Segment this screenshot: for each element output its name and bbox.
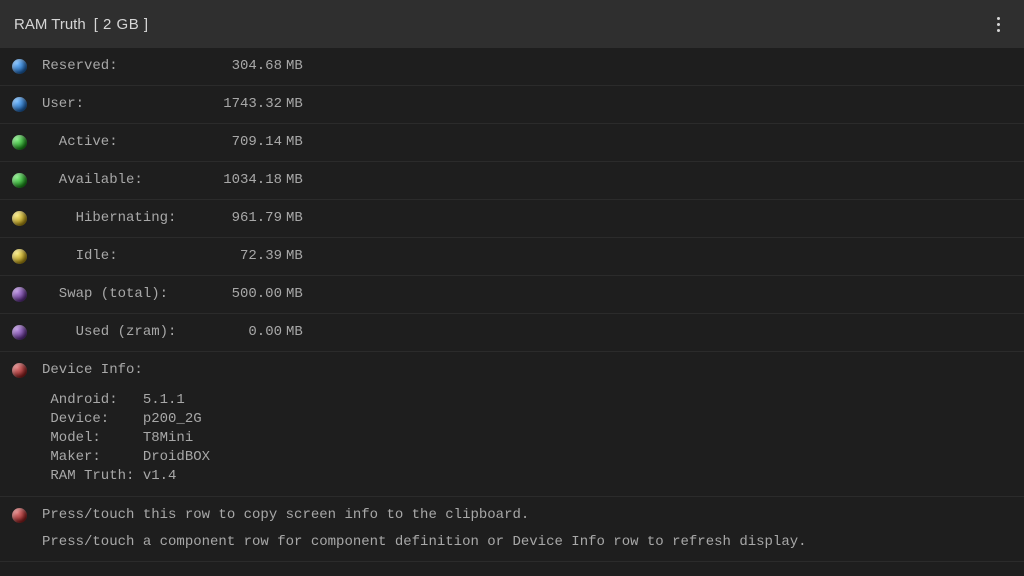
memory-row[interactable]: Available:1034.18MB <box>0 162 1024 200</box>
hint-icon <box>12 508 27 523</box>
memory-unit: MB <box>282 210 303 226</box>
memory-label: Reserved: <box>42 58 197 74</box>
memory-label: Hibernating: <box>42 210 197 226</box>
green-dot-icon <box>12 173 27 188</box>
memory-row[interactable]: Swap (total):500.00MB <box>0 276 1024 314</box>
purple-dot-icon <box>12 325 27 340</box>
total-ram: [ 2 GB ] <box>94 16 149 33</box>
memory-value: 304.68 <box>197 58 282 74</box>
memory-value: 961.79 <box>197 210 282 226</box>
device-info-lines: Android: 5.1.1 Device: p200_2G Model: T8… <box>42 391 210 485</box>
device-info-icon <box>12 363 27 378</box>
memory-row[interactable]: Active:709.14MB <box>0 124 1024 162</box>
memory-value: 709.14 <box>197 134 282 150</box>
memory-value: 72.39 <box>197 248 282 264</box>
yellow-dot-icon <box>12 249 27 264</box>
memory-row[interactable]: Reserved:304.68MB <box>0 48 1024 86</box>
title-text: RAM Truth [ 2 GB ] <box>14 16 149 33</box>
memory-value: 0.00 <box>197 324 282 340</box>
memory-unit: MB <box>282 96 303 112</box>
memory-list: Reserved:304.68MBUser:1743.32MB Active:7… <box>0 48 1024 352</box>
hint-line-2: Press/touch a component row for componen… <box>42 534 807 550</box>
purple-dot-icon <box>12 287 27 302</box>
memory-label: Swap (total): <box>42 286 197 302</box>
memory-label: User: <box>42 96 197 112</box>
memory-unit: MB <box>282 324 303 340</box>
app-name: RAM Truth <box>14 16 86 33</box>
yellow-dot-icon <box>12 211 27 226</box>
memory-value: 1743.32 <box>197 96 282 112</box>
hint-row[interactable]: Press/touch this row to copy screen info… <box>0 497 1024 562</box>
memory-row[interactable]: Used (zram):0.00MB <box>0 314 1024 352</box>
memory-label: Idle: <box>42 248 197 264</box>
blue-dot-icon <box>12 97 27 112</box>
green-dot-icon <box>12 135 27 150</box>
overflow-menu-icon[interactable] <box>986 17 1010 32</box>
memory-value: 1034.18 <box>197 172 282 188</box>
memory-unit: MB <box>282 248 303 264</box>
memory-unit: MB <box>282 286 303 302</box>
hint-line-1: Press/touch this row to copy screen info… <box>42 507 807 523</box>
device-info-row[interactable]: Device Info: Android: 5.1.1 Device: p200… <box>0 352 1024 497</box>
memory-value: 500.00 <box>197 286 282 302</box>
memory-unit: MB <box>282 172 303 188</box>
memory-unit: MB <box>282 134 303 150</box>
memory-row[interactable]: User:1743.32MB <box>0 86 1024 124</box>
blue-dot-icon <box>12 59 27 74</box>
device-info-header: Device Info: <box>42 362 210 378</box>
memory-row[interactable]: Hibernating:961.79MB <box>0 200 1024 238</box>
memory-unit: MB <box>282 58 303 74</box>
memory-label: Available: <box>42 172 197 188</box>
memory-label: Used (zram): <box>42 324 197 340</box>
titlebar: RAM Truth [ 2 GB ] <box>0 0 1024 48</box>
memory-label: Active: <box>42 134 197 150</box>
memory-row[interactable]: Idle:72.39MB <box>0 238 1024 276</box>
